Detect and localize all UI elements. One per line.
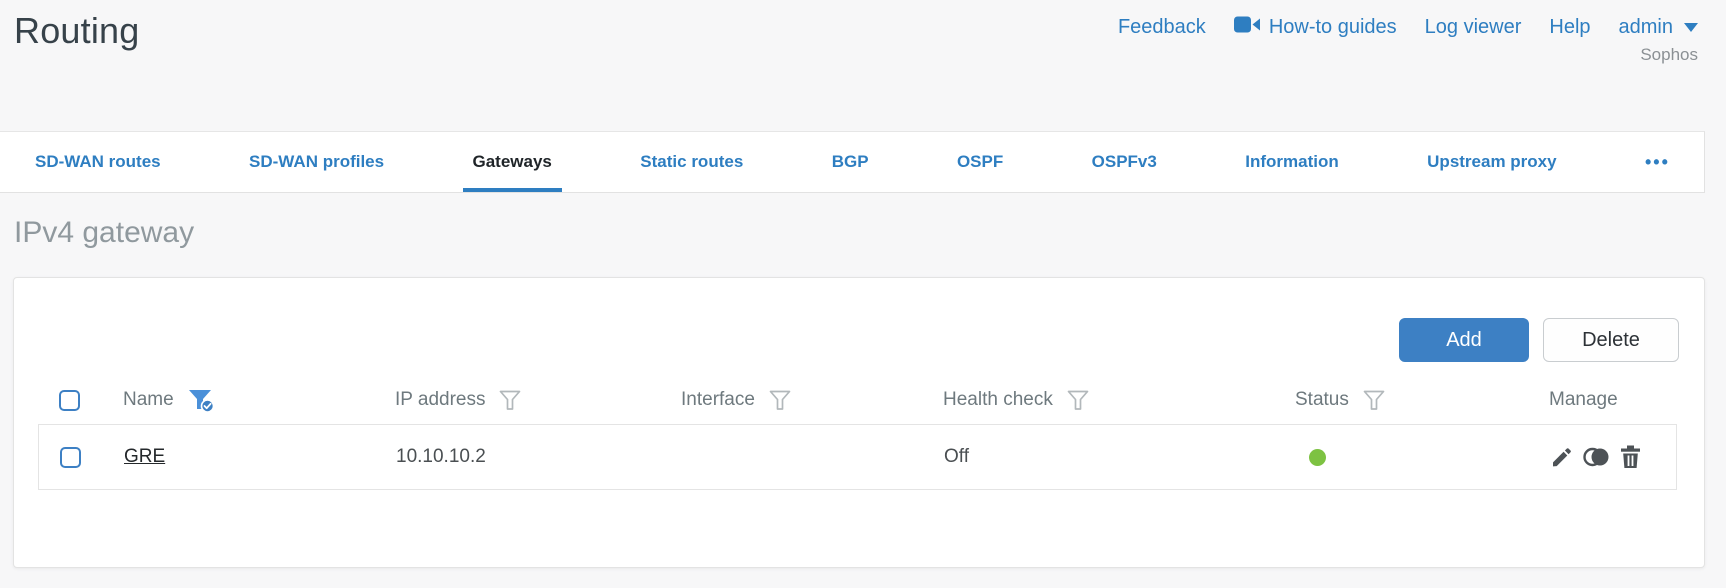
select-all-checkbox[interactable]: [59, 389, 80, 411]
video-camera-icon: [1233, 16, 1260, 39]
routing-tab-bar: SD-WAN routes SD-WAN profiles Gateways S…: [0, 131, 1705, 193]
tab-upstream-proxy[interactable]: Upstream proxy: [1417, 132, 1566, 192]
column-header-ip-address: IP address: [395, 388, 681, 412]
ipv4-gateway-card: Add Delete Name IP address Interface Hea…: [13, 277, 1705, 568]
column-header-health-check: Health check: [943, 388, 1295, 412]
column-header-status: Status: [1295, 388, 1533, 412]
table-body: GRE 10.10.10.2 Off: [38, 424, 1677, 490]
table-row: GRE 10.10.10.2 Off: [39, 425, 1676, 489]
header-right: Feedback How-to guides Log viewer Help a…: [1118, 10, 1698, 131]
log-viewer-link[interactable]: Log viewer: [1425, 16, 1522, 39]
row-select-cell: [39, 446, 124, 468]
funnel-icon[interactable]: [768, 388, 792, 412]
column-header-name: Name: [123, 388, 395, 413]
trash-icon: [1619, 445, 1642, 472]
tab-sdwan-profiles[interactable]: SD-WAN profiles: [239, 132, 394, 192]
tab-ospf[interactable]: OSPF: [947, 132, 1013, 192]
gateway-name-link[interactable]: GRE: [124, 446, 165, 467]
status-dot: [1309, 448, 1326, 466]
caret-down-icon: [1684, 23, 1698, 32]
delete-button[interactable]: Delete: [1543, 318, 1679, 362]
add-button[interactable]: Add: [1399, 318, 1529, 362]
user-menu-label: admin: [1618, 16, 1673, 38]
column-header-interface: Interface: [681, 388, 943, 412]
header-links: Feedback How-to guides Log viewer Help a…: [1118, 16, 1698, 39]
tab-sdwan-routes[interactable]: SD-WAN routes: [25, 132, 171, 192]
edit-button[interactable]: [1550, 445, 1574, 469]
funnel-check-icon[interactable]: [187, 388, 216, 413]
clone-icon: [1583, 447, 1610, 471]
row-delete-button[interactable]: [1619, 445, 1642, 469]
select-all-cell: [38, 389, 123, 411]
cell-manage: [1534, 445, 1676, 469]
cell-status: [1296, 448, 1534, 466]
log-viewer-label: Log viewer: [1424, 16, 1522, 38]
row-checkbox[interactable]: [60, 446, 81, 468]
how-to-guides-label: How-to guides: [1268, 16, 1397, 38]
feedback-link-label: Feedback: [1117, 16, 1206, 38]
tab-ospfv3[interactable]: OSPFv3: [1082, 132, 1167, 192]
pencil-icon: [1550, 448, 1574, 472]
clone-button[interactable]: [1583, 446, 1610, 468]
funnel-icon[interactable]: [1066, 388, 1090, 412]
table-toolbar: Add Delete: [14, 278, 1704, 362]
tab-static-routes[interactable]: Static routes: [630, 132, 753, 192]
tab-information[interactable]: Information: [1235, 132, 1349, 192]
section-title: IPv4 gateway: [14, 216, 195, 249]
column-header-manage: Manage: [1549, 389, 1618, 410]
user-menu[interactable]: admin: [1619, 16, 1698, 39]
page-header: Routing Feedback How-to guides Log viewe…: [0, 0, 1726, 131]
funnel-icon[interactable]: [1362, 388, 1386, 412]
feedback-link[interactable]: Feedback: [1118, 16, 1206, 39]
tab-bgp[interactable]: BGP: [822, 132, 879, 192]
how-to-guides-link[interactable]: How-to guides: [1233, 16, 1397, 39]
cell-health-check: Off: [944, 446, 969, 467]
cell-ip-address: 10.10.10.2: [396, 446, 486, 467]
table-header-row: Name IP address Interface Health check S…: [38, 378, 1677, 422]
tab-gateways[interactable]: Gateways: [462, 132, 562, 192]
brand-label: Sophos: [1640, 45, 1698, 64]
funnel-icon[interactable]: [498, 388, 522, 412]
help-label: Help: [1549, 16, 1591, 38]
tab-more-ellipsis-icon[interactable]: •••: [1635, 132, 1680, 192]
help-link[interactable]: Help: [1549, 16, 1590, 39]
cell-name: GRE: [124, 446, 396, 468]
page-title: Routing: [14, 10, 140, 51]
